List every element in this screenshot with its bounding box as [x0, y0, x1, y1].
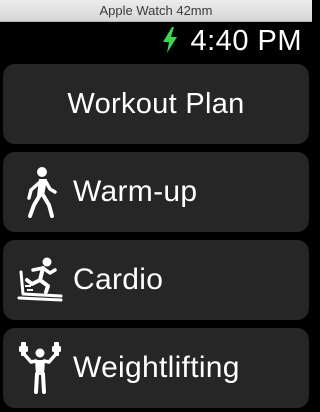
window-titlebar: Apple Watch 42mm — [0, 0, 312, 22]
weightlifter-icon — [19, 342, 61, 394]
status-bar: 4:40 PM — [0, 22, 312, 60]
workout-plan-header[interactable]: Workout Plan — [3, 64, 309, 144]
list-item-label: Warm-up — [73, 175, 198, 208]
list-item-label: Weightlifting — [73, 351, 240, 384]
simulator-window: Apple Watch 42mm 4:40 PM Workout Plan Wa… — [0, 0, 312, 412]
walking-person-icon — [27, 167, 57, 218]
list-item-label: Cardio — [73, 263, 164, 296]
workout-plan-title: Workout Plan — [67, 87, 245, 120]
list-item-cardio[interactable]: Cardio — [3, 240, 309, 320]
window-title: Apple Watch 42mm — [99, 3, 213, 18]
list-item-warm-up[interactable]: Warm-up — [3, 152, 309, 232]
status-time: 4:40 PM — [190, 25, 302, 57]
charging-bolt-icon — [163, 27, 177, 53]
list-item-weightlifting[interactable]: Weightlifting — [3, 328, 309, 408]
treadmill-runner-icon — [17, 257, 63, 302]
